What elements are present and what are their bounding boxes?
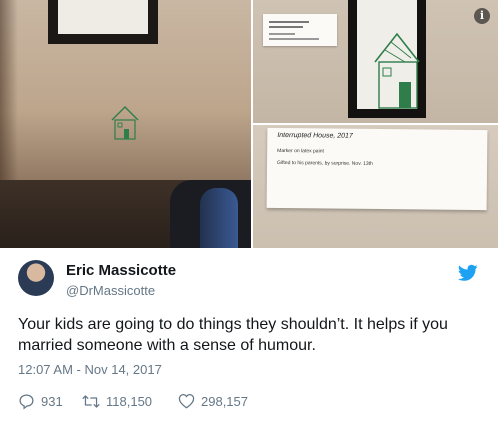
tweet-author: Eric Massicotte @DrMassicotte: [18, 258, 488, 304]
picture-mat: [58, 0, 148, 34]
photo-framed-drawing[interactable]: i: [253, 0, 498, 123]
reply-count: 931: [41, 393, 63, 409]
house-drawing-icon: [374, 32, 420, 109]
photo-wall-drawing[interactable]: [0, 0, 251, 248]
retweet-count: 118,150: [106, 393, 153, 409]
author-name[interactable]: Eric Massicotte: [66, 262, 176, 279]
like-button[interactable]: 298,157: [178, 392, 248, 410]
tweet-text: Your kids are going to do things they sh…: [18, 316, 448, 354]
label-line: [269, 33, 295, 35]
reply-button[interactable]: 931: [18, 392, 63, 410]
photo-label-card[interactable]: Interrupted House, 2017 Marker on latex …: [253, 125, 498, 248]
house-drawing-icon: [111, 106, 139, 140]
tweet-media[interactable]: i Interrupted House, 2017 Marker on late…: [0, 0, 498, 248]
artwork-title: Interrupted House, 2017: [277, 131, 353, 140]
artwork-note: Gifted to his parents, by surprise. Nov.…: [277, 159, 373, 167]
artwork-medium: Marker on latex paint: [277, 147, 324, 155]
label-line: [269, 38, 319, 40]
retweet-icon: [82, 394, 100, 408]
artwork-label: Interrupted House, 2017 Marker on latex …: [266, 127, 488, 211]
tweet-timestamp[interactable]: 12:07 AM - Nov 14, 2017: [18, 362, 162, 377]
author-handle[interactable]: @DrMassicotte: [66, 283, 155, 298]
info-icon[interactable]: i: [474, 8, 490, 24]
chair-arm: [200, 188, 238, 248]
avatar[interactable]: [18, 260, 54, 296]
retweet-button[interactable]: 118,150: [82, 392, 152, 410]
twitter-bird-icon[interactable]: [458, 264, 478, 282]
heart-icon: [178, 393, 195, 409]
small-label-card: [263, 14, 337, 46]
label-line: [269, 21, 309, 23]
reply-icon: [19, 393, 34, 409]
like-count: 298,157: [201, 393, 248, 409]
label-line: [269, 26, 303, 28]
